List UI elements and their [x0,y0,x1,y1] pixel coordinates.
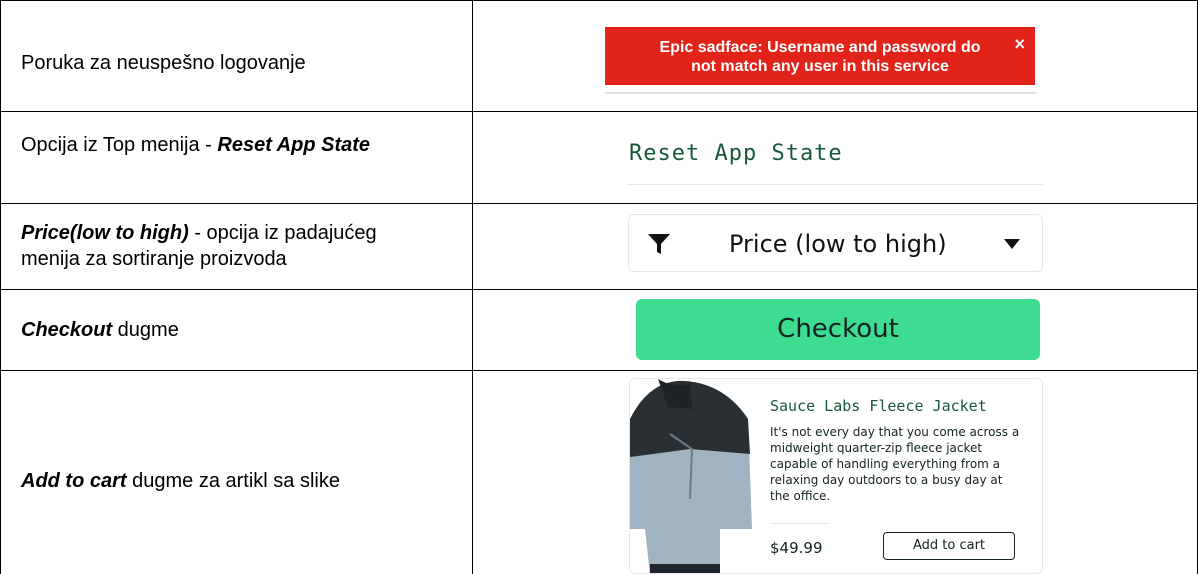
menu-item-reset-app-state[interactable]: Reset App State [629,141,843,166]
row-label-sort-option: Price(low to high) - opcija iz padajućeg… [21,222,377,270]
add-to-cart-button[interactable]: Add to cart [883,532,1015,560]
close-icon[interactable]: × [1014,35,1025,54]
sort-selected-value: Price (low to high) [729,230,947,258]
product-image[interactable] [630,379,756,574]
product-card: Sauce Labs Fleece Jacket It's not every … [629,378,1043,574]
table-border [0,111,1198,112]
table-border [0,0,1198,1]
table-border [0,203,1198,204]
row-label-login-error: Poruka za neuspešno logovanje [21,52,306,74]
sort-dropdown[interactable]: Price (low to high) [628,214,1043,272]
product-description: It's not every day that you come across … [770,425,1020,503]
chevron-down-icon [1004,239,1020,249]
login-error-banner: Epic sadface: Username and password do n… [605,27,1035,85]
product-name[interactable]: Sauce Labs Fleece Jacket [770,397,987,415]
filter-icon [648,234,670,254]
row-label-checkout: Checkout dugme [21,319,179,341]
row-label-reset-app-state: Opcija iz Top menija - Reset App State [21,134,371,156]
error-text-line-2: not match any user in this service [691,58,949,75]
menu-divider [627,184,1043,185]
table-border [0,370,1198,371]
error-divider [605,92,1037,94]
row-label-add-to-cart: Add to cart dugme za artikl sa slike [21,470,340,492]
product-price: $49.99 [770,539,823,557]
error-text-line-1: Epic sadface: Username and password do [659,39,981,56]
checkout-button[interactable]: Checkout [636,299,1040,360]
table-border [472,0,473,574]
table-border [0,0,1,574]
price-divider [770,523,830,524]
table-border [0,289,1198,290]
